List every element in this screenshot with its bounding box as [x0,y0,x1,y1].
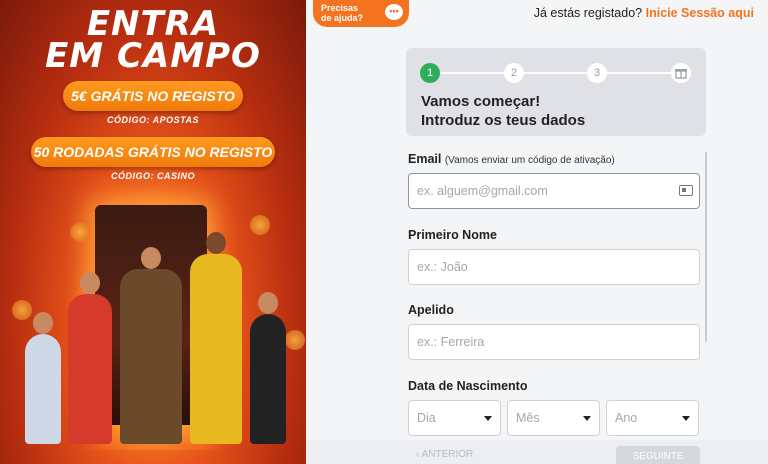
first-name-field[interactable]: ex.: João [408,249,700,285]
last-name-field[interactable]: ex.: Ferreira [408,324,700,360]
next-button[interactable]: SEGUINTE [616,446,700,464]
gift-icon [671,63,691,83]
coin-decoration [70,222,90,242]
first-name-placeholder: ex.: João [417,260,468,274]
caret-down-icon [682,416,690,421]
registration-stepper: 1 2 3 Vamos começar! Introduz os teus da… [406,48,706,136]
promo-code-casino: CÓDIGO: CASINO [110,171,195,181]
offer-badge-sports: 5€ GRÁTIS NO REGISTO [63,81,243,111]
caret-down-icon [484,416,492,421]
step-1-indicator: 1 [420,63,440,83]
login-link[interactable]: Inicie Sessão aqui [646,6,754,20]
athlete-figure [25,312,61,444]
step-3-indicator: 3 [587,63,607,83]
coin-decoration [12,300,32,320]
form-scrollbar[interactable] [705,152,707,342]
email-field[interactable]: ex. alguem@gmail.com [408,173,700,209]
last-name-label: Apelido [408,303,454,317]
step-2-indicator: 2 [504,63,524,83]
promo-code-sports: CÓDIGO: APOSTAS [106,115,199,125]
email-hint: (Vamos enviar um código de ativação) [444,155,615,166]
caret-down-icon [583,416,591,421]
email-placeholder: ex. alguem@gmail.com [417,184,548,198]
back-button[interactable]: ‹ ANTERIOR [416,449,473,460]
back-label: ANTERIOR [421,449,474,460]
dob-day-select[interactable]: Dia [408,400,501,436]
coin-decoration [285,330,305,350]
promo-headline: EM CAMPO [45,36,261,76]
dob-month-select[interactable]: Mês [507,400,600,436]
form-footer: ‹ ANTERIOR SEGUINTE [306,440,768,464]
athlete-figure [250,292,286,444]
stepper-title: Vamos começar! Introduz os teus dados [421,92,585,130]
last-name-placeholder: ex.: Ferreira [417,335,485,349]
stepper-title-line: Vamos começar! [421,93,541,110]
athlete-figure [120,247,182,444]
stepper-line [432,72,682,74]
first-name-label: Primeiro Nome [408,228,497,242]
dob-label: Data de Nascimento [408,379,528,393]
registration-panel: Precisas de ajuda? ••• Já estás registad… [306,0,768,464]
dob-day-value: Dia [417,411,436,425]
login-prompt: Já estás registado? Inicie Sessão aqui [534,6,754,20]
athlete-figure [68,272,112,444]
promo-banner: ENTRA EM CAMPO 5€ GRÁTIS NO REGISTO CÓDI… [0,0,306,464]
offer-badge-casino: 50 RODADAS GRÁTIS NO REGISTO [31,137,275,167]
dob-year-value: Ano [615,411,638,425]
athlete-figure [190,232,242,444]
coin-decoration [250,215,270,235]
login-prompt-text: Já estás registado? [533,6,643,20]
email-label: Email (Vamos enviar um código de ativaçã… [408,152,615,166]
chat-bubble-icon: ••• [385,4,403,20]
id-card-icon [679,185,693,196]
dob-selects: Dia Mês Ano [408,400,702,436]
help-button[interactable]: Precisas de ajuda? ••• [313,0,409,27]
dob-month-value: Mês [516,411,540,425]
dob-year-select[interactable]: Ano [606,400,699,436]
email-label-text: Email [408,152,442,166]
stepper-subtitle-line: Introduz os teus dados [421,112,586,129]
